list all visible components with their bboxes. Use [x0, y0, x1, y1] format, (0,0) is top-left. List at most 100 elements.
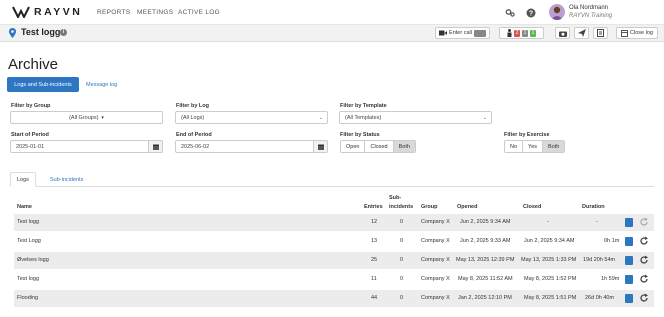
nav-active-log[interactable]: ACTIVE LOG — [178, 9, 220, 16]
row-opened: May 8, 2025 11:52 AM — [458, 276, 513, 282]
end-period-input[interactable]: 2025-06-02 — [175, 140, 314, 153]
column-header-closed: Closed — [523, 204, 542, 210]
row-closed: - — [547, 219, 549, 225]
row-duration: 26d 0h 40m — [585, 295, 615, 301]
row-name[interactable]: Test logg — [17, 276, 39, 282]
location-pin-icon — [9, 28, 16, 38]
filter-template-value: (All Templates) — [345, 114, 382, 121]
row-closed: May 13, 2025 1:33 PM — [521, 257, 577, 263]
user-avatar-icon — [551, 6, 563, 20]
table-row[interactable]: Test logg 11 0 Company X May 8, 2025 11:… — [14, 271, 654, 288]
enter-call-button[interactable]: Enter call — [435, 27, 490, 39]
table-row[interactable]: Test logg 12 0 Company X Jun 2, 2025 9:3… — [14, 214, 654, 231]
column-header-entries: Entries — [364, 204, 383, 210]
reopen-icon[interactable] — [639, 274, 649, 284]
column-header-sub-incidents-line1: Sub- — [389, 195, 402, 201]
table-row[interactable]: Flooding 44 0 Company X Jan 2, 2025 12:1… — [14, 290, 654, 307]
camera-button[interactable] — [555, 27, 570, 39]
user-name[interactable]: Ola Nordmann — [569, 5, 608, 11]
document-button[interactable] — [593, 27, 608, 39]
tab-sub-incidents[interactable]: Sub-incidents — [44, 172, 89, 187]
filter-exercise-label: Filter by Exercise — [504, 132, 550, 138]
row-name[interactable]: Flooding — [17, 295, 38, 301]
table-row[interactable]: Øvelses logg 25 0 Company X May 13, 2025… — [14, 252, 654, 269]
row-duration: - — [596, 219, 598, 225]
user-organization: RAYVN Training — [569, 13, 613, 19]
rayvn-logo[interactable]: RAYVN — [12, 5, 82, 19]
active-log-title[interactable]: Test logg — [21, 27, 60, 37]
download-icon[interactable] — [625, 275, 633, 284]
end-period-value: 2025-06-02 — [181, 143, 210, 150]
row-sub-incidents: 0 — [400, 295, 404, 301]
row-group: Company X — [421, 238, 450, 244]
chevron-down-icon: ⌄ — [482, 115, 487, 121]
table-row[interactable]: Test Logg 13 0 Company X Jun 2, 2025 9:3… — [14, 233, 654, 250]
user-avatar[interactable] — [549, 4, 565, 20]
exercise-no-option[interactable]: No — [505, 141, 524, 152]
count-badge-green: 1 — [530, 29, 536, 37]
column-header-duration: Duration — [582, 204, 605, 210]
row-duration: 0h 1m — [604, 238, 620, 244]
filter-status-toggle: Open Closed Both — [340, 140, 416, 153]
tab-message-log[interactable]: Message log — [86, 82, 117, 88]
end-period-label: End of Period — [176, 132, 212, 138]
download-icon[interactable] — [625, 294, 633, 303]
status-both-option[interactable]: Both — [393, 141, 415, 152]
row-duration: 19d 20h 54m — [583, 257, 616, 263]
filter-template-select[interactable]: (All Templates) ⌄ — [339, 111, 492, 124]
settings-icon[interactable] — [505, 8, 515, 18]
start-period-input[interactable]: 2025-01-01 — [10, 140, 149, 153]
row-group: Company X — [421, 257, 450, 263]
call-participants-icon — [473, 29, 486, 37]
tab-logs[interactable]: Logs — [10, 172, 36, 187]
row-entries: 11 — [371, 276, 377, 282]
close-log-label: Close log — [630, 30, 653, 36]
close-log-button[interactable]: Close log — [616, 27, 658, 39]
enter-call-label: Enter call — [449, 30, 472, 36]
send-button[interactable] — [574, 27, 589, 39]
nav-meetings[interactable]: MEETINGS — [137, 9, 173, 16]
filter-group-label: Filter by Group — [11, 103, 51, 109]
row-opened: Jun 2, 2025 9:34 AM — [460, 219, 511, 225]
column-header-group: Group — [421, 204, 438, 210]
info-icon[interactable]: i — [60, 29, 67, 36]
row-group: Company X — [421, 295, 450, 301]
reopen-icon[interactable] — [639, 217, 649, 227]
page-title: Archive — [8, 56, 59, 73]
filter-log-value: (All Logs) — [181, 114, 205, 121]
archive-box-icon — [621, 29, 629, 37]
filter-exercise-toggle: No Yes Both — [504, 140, 566, 153]
reopen-icon[interactable] — [639, 236, 649, 246]
row-name[interactable]: Øvelses logg — [17, 257, 49, 263]
start-calendar-button[interactable] — [149, 140, 163, 153]
participants-button[interactable]: 2 1 1 — [499, 27, 544, 39]
calendar-icon — [318, 144, 324, 150]
download-icon[interactable] — [625, 256, 633, 265]
row-entries: 44 — [371, 295, 378, 301]
row-group: Company X — [421, 276, 450, 282]
download-icon[interactable] — [625, 237, 633, 246]
filter-group-select[interactable]: (All Groups) ▾ — [10, 111, 163, 124]
reopen-icon[interactable] — [639, 255, 649, 265]
chevron-down-icon: ⌄ — [318, 115, 323, 121]
nav-reports[interactable]: REPORTS — [97, 9, 130, 16]
row-closed: Jun 2, 2025 9:34 AM — [524, 238, 575, 244]
end-calendar-button[interactable] — [314, 140, 328, 153]
download-icon[interactable] — [625, 218, 633, 227]
column-header-name: Name — [17, 204, 32, 210]
status-open-option[interactable]: Open — [341, 141, 366, 152]
paper-plane-icon — [577, 29, 586, 37]
reopen-icon[interactable] — [639, 293, 649, 303]
row-sub-incidents: 0 — [400, 238, 404, 244]
exercise-yes-option[interactable]: Yes — [523, 141, 544, 152]
filter-log-select[interactable]: (All Logs) ⌄ — [175, 111, 328, 124]
row-closed: May 8, 2025 1:52 PM — [524, 276, 577, 282]
row-entries: 25 — [371, 257, 378, 263]
exercise-both-option[interactable]: Both — [543, 141, 565, 152]
help-icon[interactable]: ? — [526, 8, 536, 18]
tab-logs-and-sub-incidents[interactable]: Logs and Sub-incidents — [7, 77, 79, 92]
row-opened: May 13, 2025 12:39 PM — [456, 257, 515, 263]
status-closed-option[interactable]: Closed — [365, 141, 394, 152]
row-name[interactable]: Test Logg — [17, 238, 41, 244]
row-name[interactable]: Test logg — [17, 219, 39, 225]
